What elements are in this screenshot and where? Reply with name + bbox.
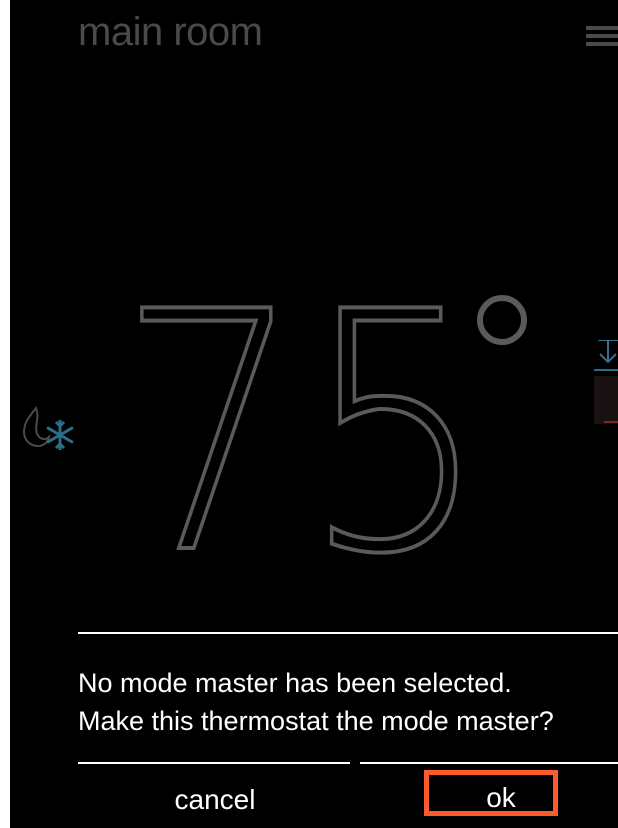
cancel-button[interactable]: cancel: [110, 780, 320, 820]
temperature-value: 75: [118, 242, 488, 600]
dialog-message-line1: No mode master has been selected.: [78, 668, 512, 698]
dialog-message: No mode master has been selected. Make t…: [78, 664, 618, 740]
cancel-divider: [78, 762, 350, 764]
dialog-top-divider: [78, 632, 618, 634]
heat-cool-icon[interactable]: [20, 402, 76, 454]
temperature-display: 75: [116, 240, 527, 600]
snowflake-icon: [46, 420, 74, 450]
ok-button-highlight: [424, 770, 558, 816]
ok-divider: [360, 762, 618, 764]
thermostat-screen: main room 75 No mode master has been sel…: [10, 0, 618, 828]
setpoint-side-widget[interactable]: [594, 340, 618, 424]
dialog-message-line2: Make this thermostat the mode master?: [78, 706, 554, 736]
